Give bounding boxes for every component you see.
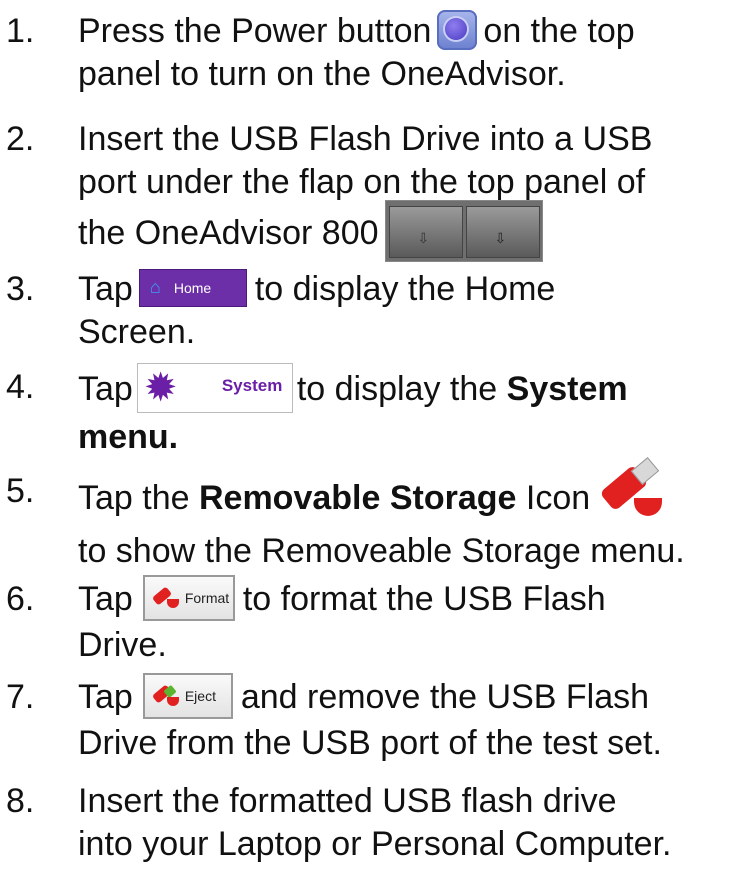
step-text: Icon [525,478,591,517]
step-text: to display the Home [254,270,556,308]
system-button: ✹ System [136,363,293,413]
home-button-label: Home [173,280,212,297]
eject-button-label: Eject [184,688,216,705]
step-text-bold: System [506,369,628,408]
step-text: into your Laptop or Personal Computer. [78,825,672,863]
step-number: 6. [6,580,35,618]
step-text: Drive. [78,626,167,665]
step-number: 5. [6,472,35,510]
step-text: Insert the formatted USB flash drive [78,782,617,820]
step-text: Press the Power button [78,12,432,50]
format-button-label: Format [184,590,230,607]
step-text: to display the [296,369,498,408]
home-button: ⌂ Home [138,269,247,308]
step-text: Tap [78,678,133,716]
step-number: 7. [6,678,35,716]
format-button: Format [142,575,235,622]
step-text: the OneAdvisor 800 [78,213,379,252]
step-text: port under the flap on the top panel of [78,163,646,201]
step-number: 3. [6,270,35,308]
usb-drive-icon [594,457,664,520]
step-number: 1. [6,12,35,50]
step-text-bold: menu. [78,418,179,456]
step-text: Tap [78,580,133,618]
step-number: 4. [6,368,35,406]
step-text: Insert the USB Flash Drive into a USB [78,120,653,158]
eject-button: Eject [142,673,233,720]
step-text: Tap [78,369,133,408]
step-text: to format the USB Flash [242,580,606,618]
step-text: Drive from the USB port of the test set. [78,724,662,763]
step-text: Screen. [78,313,196,351]
system-button-label: System [221,376,283,395]
usb-ports-image: ⇩ ⇩ [384,200,543,262]
home-icon: ⌂ [149,277,161,298]
step-number: 2. [6,120,35,158]
power-icon [437,10,478,51]
step-text: Tap [78,270,133,308]
step-number: 8. [6,782,35,820]
usb-eject-icon [151,683,179,707]
step-text: to show the Removeable Storage menu. [78,532,685,570]
step-text: and remove the USB Flash [240,678,650,716]
step-text-bold: Removable Storage [198,478,517,517]
step-text: panel to turn on the OneAdvisor. [78,55,566,94]
gear-icon: ✹ [143,366,178,410]
step-text: on the top [483,12,635,50]
usb-format-icon [151,585,179,609]
step-text: Tap the [78,478,190,517]
